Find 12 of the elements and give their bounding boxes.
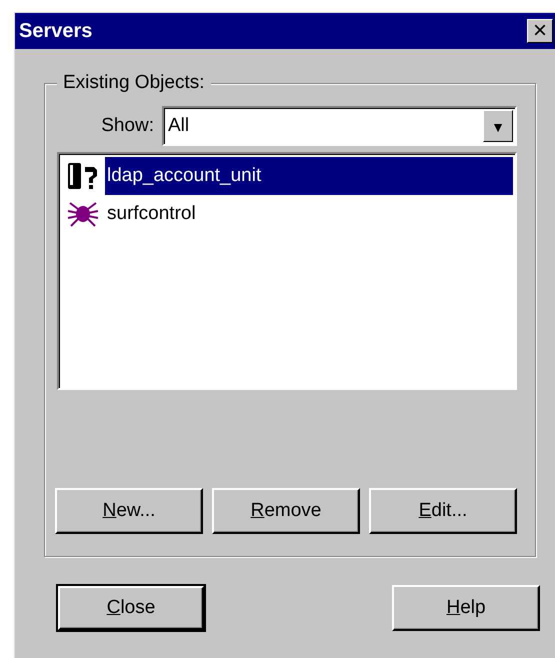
dialog-button[interactable]: Help xyxy=(392,585,540,631)
action-button[interactable]: Edit... xyxy=(369,488,517,534)
dialog-button[interactable]: Close xyxy=(57,585,205,631)
field-label: Show: xyxy=(100,115,155,137)
show-dropdown[interactable]: All ▼ xyxy=(162,106,517,146)
close-button[interactable]: × xyxy=(527,19,553,43)
list-item[interactable]: ldap_account_unit xyxy=(105,157,513,195)
action-button[interactable]: New... xyxy=(55,488,203,534)
window-title: Servers xyxy=(19,20,92,42)
list-item[interactable]: surfcontrol xyxy=(105,195,513,233)
group-label: Existing Objects: xyxy=(57,72,210,94)
action-button[interactable]: Remove xyxy=(212,488,360,534)
